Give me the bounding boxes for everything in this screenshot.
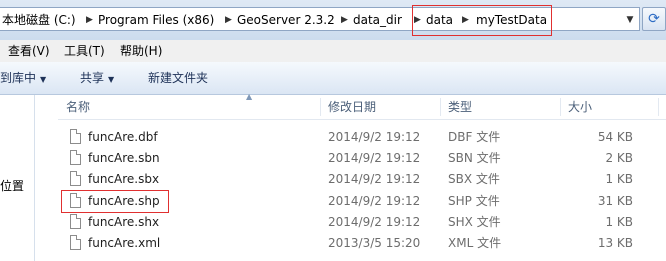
file-type: SHP 文件 xyxy=(448,194,500,208)
file-date: 2014/9/2 19:12 xyxy=(328,130,421,144)
file-name: funcAre.sbx xyxy=(88,172,160,186)
column-header-type[interactable]: 类型 xyxy=(448,99,472,115)
file-name: funcAre.shx xyxy=(88,215,160,229)
file-row[interactable]: funcAre.sbx 2014/9/2 19:12 SBX 文件 1 KB xyxy=(58,169,666,190)
share-button[interactable]: 共享 ▼ xyxy=(80,70,114,86)
column-divider[interactable] xyxy=(560,98,561,116)
file-row[interactable]: funcAre.xml 2013/3/5 15:20 XML 文件 13 KB xyxy=(58,233,666,254)
file-type: XML 文件 xyxy=(448,236,502,250)
column-divider[interactable] xyxy=(658,98,659,116)
column-divider[interactable] xyxy=(320,98,321,116)
breadcrumb-geoserver[interactable]: GeoServer 2.3.2 xyxy=(237,11,335,29)
file-row[interactable]: funcAre.shx 2014/9/2 19:12 SHX 文件 1 KB xyxy=(58,212,666,233)
refresh-icon[interactable]: ⟳ xyxy=(642,7,666,31)
breadcrumb-data-dir[interactable]: data_dir xyxy=(353,11,402,29)
file-icon xyxy=(70,171,81,186)
file-type: DBF 文件 xyxy=(448,130,501,144)
file-icon xyxy=(70,235,81,250)
include-in-library-label: 到库中 xyxy=(0,71,37,85)
chevron-down-icon[interactable]: ▼ xyxy=(623,12,637,28)
chevron-down-icon: ▼ xyxy=(108,75,115,84)
column-header-name[interactable]: 名称 xyxy=(66,99,90,115)
column-header-size[interactable]: 大小 xyxy=(568,99,592,115)
file-icon xyxy=(70,214,81,229)
file-type: SHX 文件 xyxy=(448,215,501,229)
command-toolbar: 到库中 ▼ 共享 ▼ 新建文件夹 xyxy=(0,62,666,95)
file-size: 2 KB xyxy=(605,151,633,165)
sort-ascending-icon: ▲ xyxy=(246,92,253,101)
file-icon xyxy=(70,129,81,144)
file-row[interactable]: funcAre.sbn 2014/9/2 19:12 SBN 文件 2 KB xyxy=(58,148,666,169)
file-date: 2014/9/2 19:12 xyxy=(328,215,421,229)
file-size: 1 KB xyxy=(605,172,633,186)
file-icon xyxy=(70,150,81,165)
file-size: 13 KB xyxy=(597,236,633,250)
nav-item-location[interactable]: 位置 xyxy=(0,178,24,194)
file-date: 2014/9/2 19:12 xyxy=(328,194,421,208)
file-size: 1 KB xyxy=(605,215,633,229)
file-name: funcAre.xml xyxy=(88,236,161,250)
file-size: 54 KB xyxy=(597,130,633,144)
address-bar-region: 本地磁盘 (C:) ▶ Program Files (x86) ▶ GeoSer… xyxy=(0,0,666,41)
file-type: SBX 文件 xyxy=(448,172,500,186)
file-date: 2013/3/5 15:20 xyxy=(328,236,421,250)
file-date: 2014/9/2 19:12 xyxy=(328,172,421,186)
file-row[interactable]: funcAre.dbf 2014/9/2 19:12 DBF 文件 54 KB xyxy=(58,127,666,148)
menu-view[interactable]: 查看(V) xyxy=(8,43,50,59)
column-header-date-modified[interactable]: 修改日期 xyxy=(328,99,376,115)
address-highlight-box xyxy=(412,5,552,36)
file-name: funcAre.sbn xyxy=(88,151,160,165)
navigation-pane: 位置 xyxy=(0,95,35,261)
new-folder-button[interactable]: 新建文件夹 xyxy=(148,70,208,86)
include-in-library-button[interactable]: 到库中 ▼ xyxy=(0,70,46,86)
share-label: 共享 xyxy=(80,71,105,85)
file-size: 31 KB xyxy=(597,194,633,208)
menu-tools[interactable]: 工具(T) xyxy=(64,43,105,59)
file-date: 2014/9/2 19:12 xyxy=(328,151,421,165)
column-divider[interactable] xyxy=(440,98,441,116)
file-name: funcAre.dbf xyxy=(88,130,158,144)
selected-file-highlight-box xyxy=(61,190,169,213)
chevron-down-icon: ▼ xyxy=(40,75,47,84)
file-type: SBN 文件 xyxy=(448,151,501,165)
menu-help[interactable]: 帮助(H) xyxy=(120,43,162,59)
column-headers: ▲ 名称 修改日期 类型 大小 xyxy=(58,92,666,120)
breadcrumb-separator-icon[interactable]: ▶ xyxy=(225,11,232,29)
breadcrumb-drive[interactable]: 本地磁盘 (C:) xyxy=(2,11,76,29)
breadcrumb-separator-icon[interactable]: ▶ xyxy=(86,11,93,29)
breadcrumb-separator-icon[interactable]: ▶ xyxy=(341,11,348,29)
menu-bar: 查看(V) 工具(T) 帮助(H) xyxy=(0,40,666,63)
breadcrumb-program-files[interactable]: Program Files (x86) xyxy=(98,11,214,29)
